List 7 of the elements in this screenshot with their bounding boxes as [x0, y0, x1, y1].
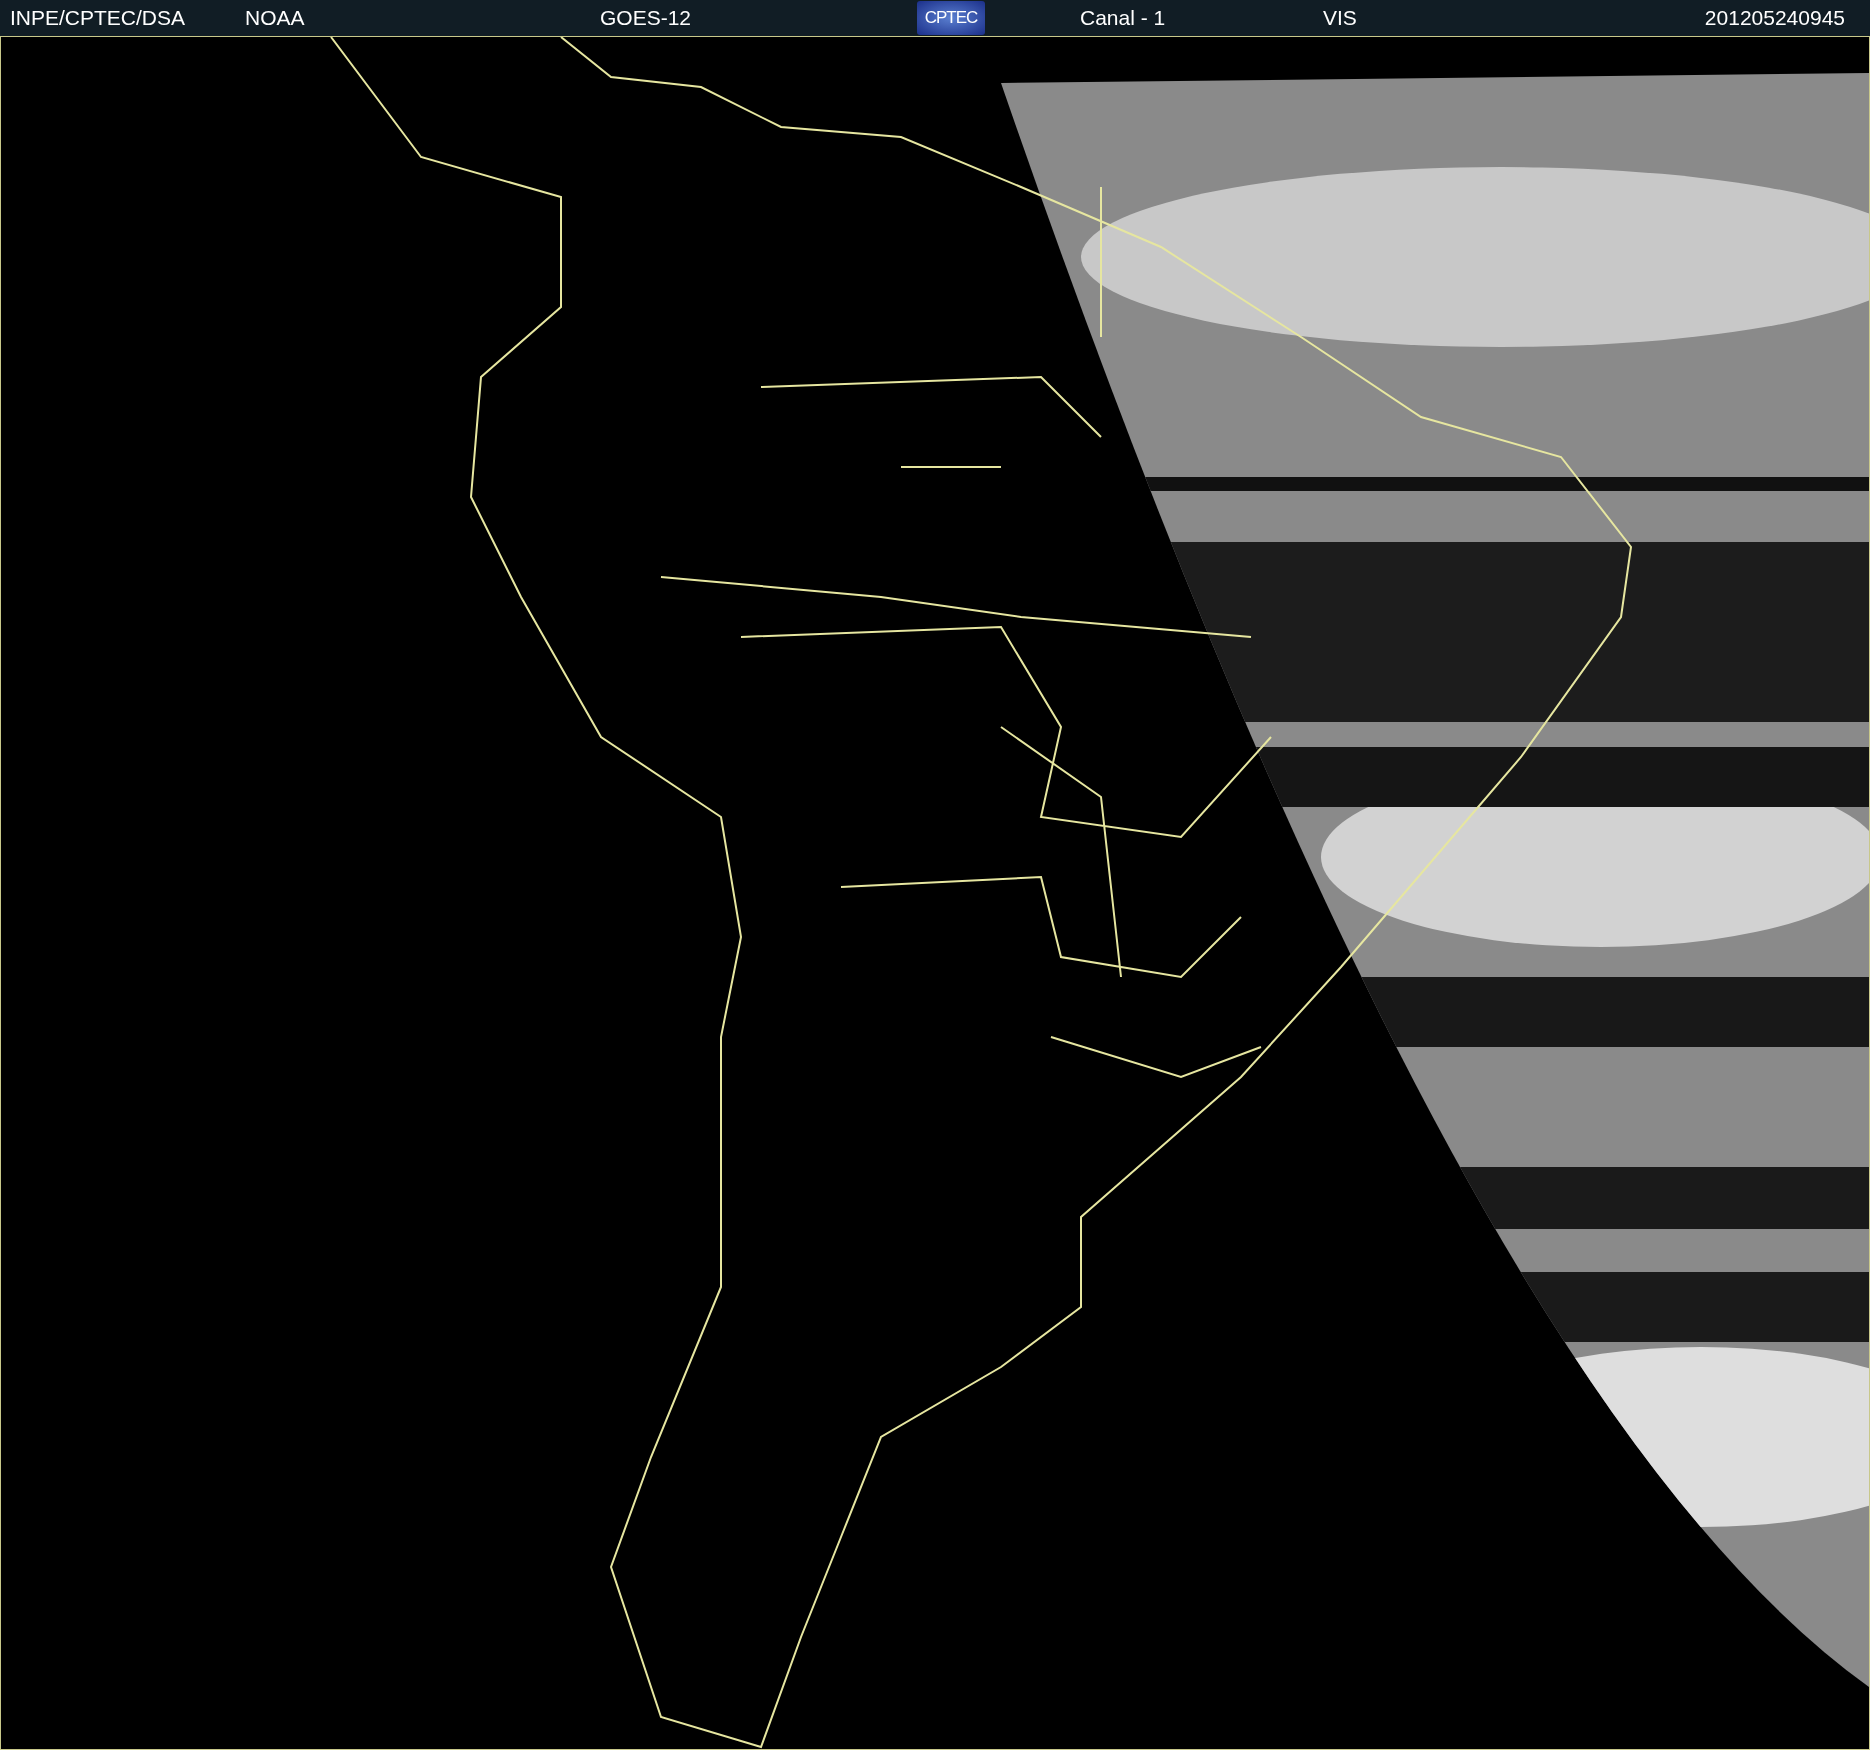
header-label: VIS [1323, 5, 1357, 32]
header-label: NOAA [245, 5, 305, 32]
logo: CPTEC [917, 1, 985, 35]
header-label: INPE/CPTEC/DSA [10, 5, 186, 32]
header-label: Canal - 1 [1080, 5, 1166, 32]
header-label: 201205240945 [1704, 5, 1845, 32]
header-label: GOES-12 [600, 5, 692, 32]
